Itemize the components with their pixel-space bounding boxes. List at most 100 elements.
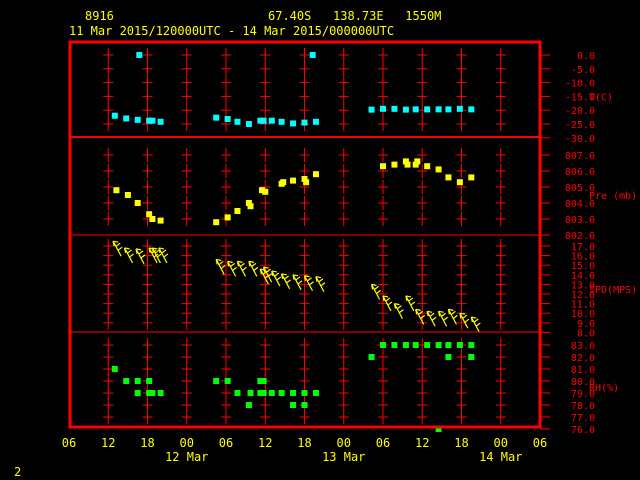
- wind-barb: [410, 301, 416, 306]
- humidity-point: [149, 390, 156, 396]
- wind-barb: [376, 289, 381, 294]
- wind-barb: [138, 250, 144, 255]
- meteogram-plot: 8916 67.40S 138.73E 1550M 11 Mar 2015/12…: [14, 9, 637, 479]
- wind-barb: [115, 242, 121, 247]
- pressure-point: [234, 208, 241, 214]
- temperature-point: [268, 117, 275, 124]
- wind-barb: [276, 276, 282, 281]
- wind-barb: [251, 262, 257, 267]
- x-tick-label: 12: [258, 436, 272, 450]
- y-tick-label: -5.0: [571, 65, 595, 76]
- temperature-point: [260, 117, 267, 124]
- x-tick-label: 18: [454, 436, 468, 450]
- wind-arrow: [405, 295, 416, 312]
- humidity-point: [402, 342, 409, 348]
- pressure-point: [247, 203, 254, 210]
- wind-barb: [307, 277, 312, 282]
- humidity-point: [268, 390, 275, 396]
- humidity-point: [224, 378, 231, 384]
- y-axis-label: SPD(MPS): [589, 285, 637, 296]
- wind-barb: [320, 282, 326, 287]
- x-tick-label: 06: [219, 436, 233, 450]
- wind-barb: [387, 301, 393, 306]
- pressure-point: [224, 214, 231, 221]
- pressure-point: [157, 217, 164, 224]
- y-tick-label: -10.0: [565, 79, 595, 90]
- wind-arrow: [292, 274, 303, 291]
- temperature-point: [309, 52, 316, 58]
- station-location: 67.40S 138.73E 1550M: [268, 9, 441, 23]
- pressure-point: [262, 188, 269, 195]
- wind-barb: [475, 322, 481, 327]
- wind-barb: [218, 260, 224, 265]
- temperature-point: [245, 121, 252, 127]
- temperature-point: [468, 106, 475, 113]
- pressure-point: [468, 174, 475, 181]
- temperature-point: [278, 118, 285, 125]
- data-marks: [111, 52, 481, 432]
- temperature-point: [213, 114, 220, 121]
- humidity-point: [435, 342, 442, 348]
- temperature-point: [402, 106, 409, 113]
- wind-arrow: [236, 260, 247, 277]
- pressure-point: [280, 179, 287, 186]
- humidity-point: [301, 390, 308, 396]
- pressure-point: [124, 192, 131, 198]
- wind-barb: [453, 314, 458, 319]
- temperature-point: [301, 119, 308, 126]
- humidity-point: [245, 402, 252, 408]
- temperature-point: [136, 52, 143, 58]
- y-axis-label: RH(%): [589, 383, 619, 394]
- wind-barb: [129, 253, 134, 258]
- wind-barb: [242, 266, 247, 271]
- wind-barb: [429, 312, 435, 317]
- x-tick-label: 18: [297, 436, 311, 450]
- wind-barb: [462, 314, 468, 319]
- humidity-point: [260, 378, 267, 384]
- y-tick-label: 803.0: [565, 215, 595, 226]
- humidity-point: [146, 378, 153, 384]
- y-tick-label: 81.0: [571, 365, 595, 376]
- x-date-label: 12 Mar: [165, 450, 208, 464]
- pressure-point: [312, 171, 319, 178]
- humidity-point: [380, 342, 386, 348]
- wind-barb: [274, 272, 280, 277]
- temperature-point: [412, 106, 419, 113]
- wind-arrow: [470, 316, 481, 333]
- wind-barb: [441, 312, 446, 317]
- y-tick-label: 78.0: [571, 401, 595, 412]
- temperature-point: [391, 105, 398, 112]
- humidity-point: [213, 378, 220, 384]
- temperature-point: [456, 105, 463, 112]
- humidity-point: [157, 390, 164, 396]
- wind-barb: [163, 253, 169, 258]
- temperature-point: [435, 106, 442, 113]
- wind-barb: [220, 264, 226, 269]
- wind-barb: [286, 279, 291, 284]
- temperature-point: [290, 120, 297, 127]
- wind-barb: [443, 316, 448, 321]
- axes: 0.0-5.0-10.0-15.0-20.0-25.0-30.0T(C)807.…: [62, 51, 637, 464]
- pressure-point: [134, 200, 141, 206]
- pressure-point: [113, 187, 120, 194]
- wind-barb: [266, 268, 271, 273]
- wind-arrow: [438, 310, 448, 327]
- humidity-point: [445, 342, 452, 348]
- humidity-point: [123, 378, 130, 384]
- wind-arrow: [215, 258, 226, 275]
- wind-barb: [297, 280, 303, 285]
- x-tick-label: 12: [415, 436, 429, 450]
- humidity-point: [412, 342, 419, 348]
- wind-arrow: [415, 308, 426, 325]
- temperature-point: [224, 116, 231, 123]
- wind-arrow: [112, 240, 123, 257]
- temperature-point: [445, 106, 452, 113]
- wind-arrow: [271, 270, 282, 287]
- temperature-point: [111, 112, 118, 119]
- humidity-point: [111, 366, 118, 372]
- wind-arrow: [393, 303, 404, 319]
- wind-barb: [431, 316, 437, 321]
- wind-arrow: [303, 275, 314, 292]
- wind-barb: [374, 285, 379, 290]
- x-tick-label: 00: [494, 436, 508, 450]
